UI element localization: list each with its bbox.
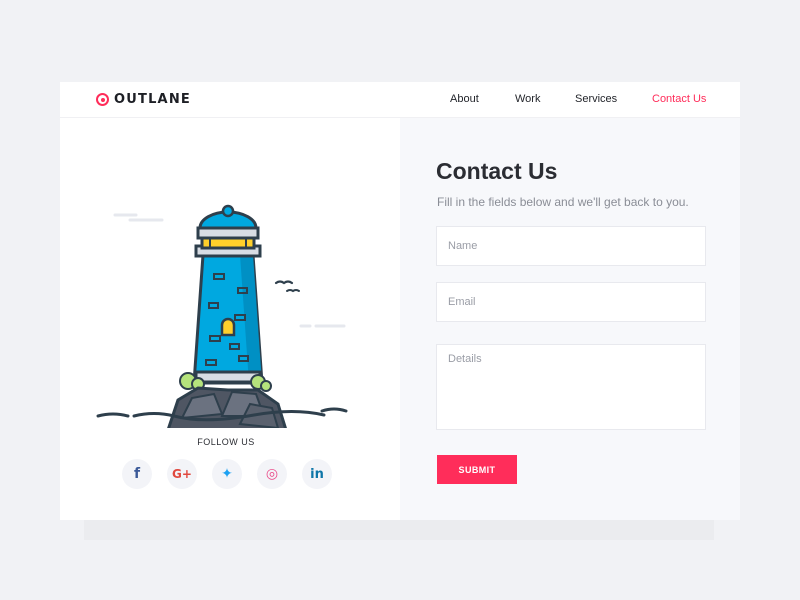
dribbble-icon[interactable]: ◎ <box>257 459 287 489</box>
email-field[interactable] <box>436 282 706 322</box>
illustration-panel: FOLLOW US f G+ ✦ ◎ in <box>60 118 400 520</box>
linkedin-icon[interactable]: in <box>302 459 332 489</box>
submit-button[interactable]: SUBMIT <box>437 455 517 484</box>
navbar: OUTLANE About Work Services Contact Us <box>60 82 740 118</box>
brand-logo[interactable]: OUTLANE <box>96 92 191 107</box>
nav-item-services[interactable]: Services <box>575 93 617 105</box>
follow-us-heading: FOLLOW US <box>197 437 255 447</box>
social-buttons: f G+ ✦ ◎ in <box>122 459 332 489</box>
details-field[interactable] <box>436 344 706 430</box>
lighthouse-illustration <box>96 204 348 428</box>
google-plus-icon[interactable]: G+ <box>167 459 197 489</box>
nav-item-about[interactable]: About <box>450 93 479 105</box>
brand-name: OUTLANE <box>114 92 191 107</box>
page-title: Contact Us <box>436 158 558 184</box>
name-field[interactable] <box>436 226 706 266</box>
contact-description: Fill in the fields below and we'll get b… <box>437 195 689 209</box>
logo-icon <box>96 93 109 106</box>
facebook-icon[interactable]: f <box>122 459 152 489</box>
nav-item-contact[interactable]: Contact Us <box>652 93 706 105</box>
twitter-icon[interactable]: ✦ <box>212 459 242 489</box>
contact-form-panel: Contact Us Fill in the fields below and … <box>400 118 740 520</box>
nav-item-work[interactable]: Work <box>515 93 540 105</box>
contact-card: OUTLANE About Work Services Contact Us F… <box>60 82 740 520</box>
